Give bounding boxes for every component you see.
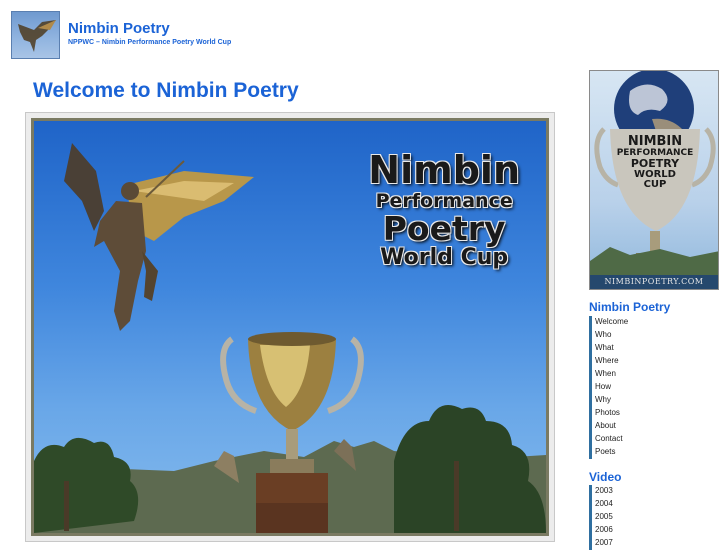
sidebar-link[interactable]: How [595, 382, 611, 391]
sidebar-item-what[interactable]: What [589, 342, 628, 355]
hero-caption-line: Poetry [382, 209, 506, 248]
sidebar-link[interactable]: Where [595, 356, 619, 365]
sidebar-link[interactable]: What [595, 343, 614, 352]
nav-heading-video: Video [589, 470, 622, 484]
sidebar-item-about[interactable]: About [589, 420, 628, 433]
badge-footer: NIMBINPOETRY.COM [590, 275, 718, 289]
sidebar-link[interactable]: About [595, 421, 616, 430]
sidebar-item-welcome[interactable]: Welcome [589, 316, 628, 329]
angel-statue-icon [64, 143, 254, 331]
sidebar-nav: Welcome Who What Where When How Why Phot… [589, 316, 628, 459]
sidebar-link[interactable]: Contact [595, 434, 623, 443]
video-item-2003[interactable]: 2003 [589, 485, 613, 498]
sidebar-item-where[interactable]: Where [589, 355, 628, 368]
sidebar-item-when[interactable]: When [589, 368, 628, 381]
hero-image: Nimbin Performance Poetry World Cup [31, 118, 549, 536]
badge-text: NIMBIN PERFORMANCE POETRY WORLD CUP [614, 135, 696, 191]
sidebar-link[interactable]: Poets [595, 447, 615, 456]
sidebar-item-poets[interactable]: Poets [589, 446, 628, 459]
badge-line: POETRY [630, 157, 680, 171]
site-logo-angel-icon[interactable] [11, 11, 60, 59]
video-item-2005[interactable]: 2005 [589, 511, 613, 524]
hero-caption-line: Nimbin [368, 148, 520, 192]
video-link[interactable]: 2006 [595, 525, 613, 534]
video-nav: 2003 2004 2005 2006 2007 [589, 485, 613, 550]
logo-angel-shape [18, 20, 56, 52]
sidebar-item-photos[interactable]: Photos [589, 407, 628, 420]
hero-caption-line: World Cup [380, 245, 509, 270]
site-tagline: NPPWC – Nimbin Performance Poetry World … [68, 39, 232, 46]
badge-line: NIMBIN [627, 134, 683, 149]
badge-line: CUP [643, 179, 667, 191]
sidebar-item-who[interactable]: Who [589, 329, 628, 342]
page-title: Welcome to Nimbin Poetry [33, 79, 299, 102]
video-link[interactable]: 2003 [595, 486, 613, 495]
sidebar-item-why[interactable]: Why [589, 394, 628, 407]
hero-image-frame: Nimbin Performance Poetry World Cup [25, 112, 555, 542]
video-link[interactable]: 2005 [595, 512, 613, 521]
sidebar-link[interactable]: When [595, 369, 616, 378]
sidebar-item-how[interactable]: How [589, 381, 628, 394]
sidebar-link[interactable]: Who [595, 330, 611, 339]
sidebar-link[interactable]: Photos [595, 408, 620, 417]
video-link[interactable]: 2004 [595, 499, 613, 508]
video-link[interactable]: 2007 [595, 538, 613, 547]
sidebar-item-contact[interactable]: Contact [589, 433, 628, 446]
sidebar-link[interactable]: Welcome [595, 317, 628, 326]
video-item-2007[interactable]: 2007 [589, 537, 613, 550]
site-title-link[interactable]: Nimbin Poetry [68, 20, 170, 37]
sidebar-badge-image[interactable]: NIMBIN PERFORMANCE POETRY WORLD CUP NIMB… [589, 70, 719, 290]
nav-heading-nimbin-poetry: Nimbin Poetry [589, 300, 671, 314]
hero-caption: Nimbin Performance Poetry World Cup [368, 151, 520, 269]
video-item-2006[interactable]: 2006 [589, 524, 613, 537]
video-item-2004[interactable]: 2004 [589, 498, 613, 511]
sidebar-link[interactable]: Why [595, 395, 611, 404]
